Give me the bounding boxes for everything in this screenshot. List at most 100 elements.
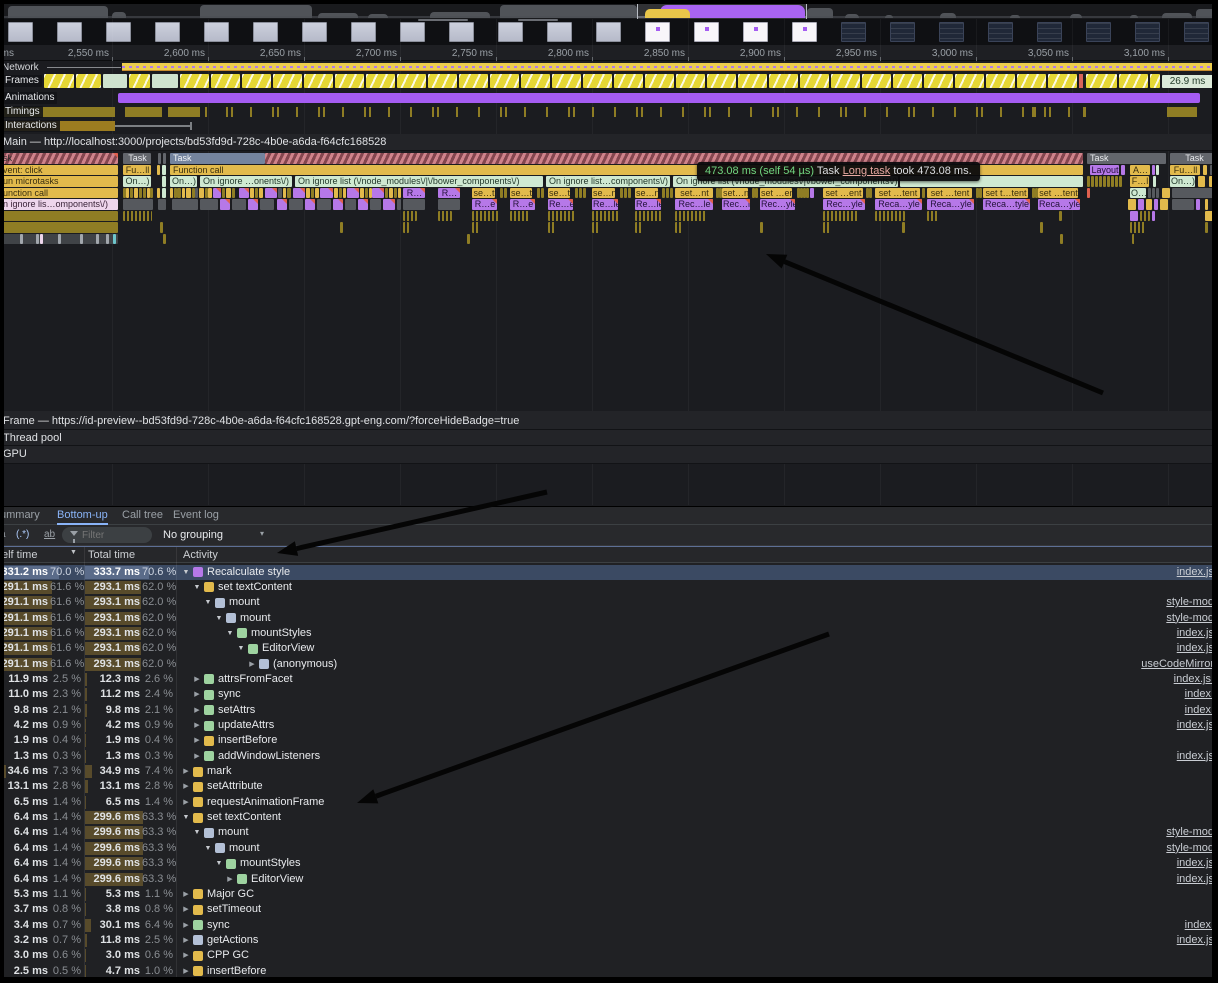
disclosure-triangle[interactable]: ▼ <box>181 810 191 825</box>
flame-set-t-tent[interactable]: set t…tent <box>983 188 1028 199</box>
flame-segment[interactable] <box>1160 199 1168 210</box>
partially-presented-frame[interactable] <box>1048 74 1077 88</box>
source-link[interactable]: index. <box>1185 687 1214 702</box>
flame-segment[interactable] <box>333 199 343 210</box>
flame-segment[interactable] <box>548 222 556 233</box>
source-link[interactable]: style-mod <box>1166 611 1214 626</box>
partially-presented-frame[interactable] <box>521 74 550 88</box>
flame-rec-le[interactable]: Rec…le <box>722 199 750 210</box>
flame-on[interactable]: On…) <box>170 176 197 187</box>
flame-r-e[interactable]: R…e <box>472 199 497 210</box>
disclosure-triangle[interactable]: ▶ <box>181 795 191 810</box>
flame-segment[interactable] <box>260 199 274 210</box>
flame-on-ignore-list-components[interactable]: On ignore list…components\/) <box>546 176 670 187</box>
filmstrip-thumbnail[interactable] <box>547 22 572 42</box>
table-row[interactable]: 291.1 ms61.6 %293.1 ms62.0 %▼EditorViewi… <box>0 641 1218 656</box>
flame-f-l[interactable]: F…l <box>1130 176 1149 187</box>
flame-segment[interactable] <box>1146 199 1152 210</box>
flame-rec-yle[interactable]: Rec…yle <box>823 199 865 210</box>
table-row[interactable]: 6.4 ms1.4 %299.6 ms63.3 %▶EditorViewinde… <box>0 872 1218 887</box>
disclosure-triangle[interactable]: ▶ <box>192 687 202 702</box>
flame-task[interactable]: Task <box>123 153 151 164</box>
flame-segment[interactable] <box>403 199 425 210</box>
flame-segment[interactable] <box>220 199 230 210</box>
flame-segment[interactable] <box>675 222 683 233</box>
source-link[interactable]: index.js <box>1177 872 1214 887</box>
column-total-time[interactable]: Total time <box>88 549 135 561</box>
partially-presented-frame[interactable] <box>1086 74 1117 88</box>
flame-un-microtasks[interactable]: un microtasks <box>0 176 118 187</box>
partially-presented-frame[interactable] <box>676 74 705 88</box>
flame-fu-ll[interactable]: Fu…ll <box>1170 165 1200 176</box>
flame-on-ignore-onents[interactable]: On ignore …onents\/) <box>200 176 292 187</box>
flame-segment[interactable] <box>305 199 315 210</box>
flame-segment[interactable] <box>347 188 359 199</box>
flame-segment[interactable] <box>472 222 480 233</box>
partially-presented-frame[interactable] <box>76 74 101 88</box>
partially-presented-frame[interactable] <box>242 74 271 88</box>
flame-set-ent[interactable]: set …ent <box>760 188 792 199</box>
flame-set-tent[interactable]: set …tent <box>1038 188 1078 199</box>
flame-set-tent[interactable]: set …tent <box>875 188 920 199</box>
table-row[interactable]: 291.1 ms61.6 %293.1 ms62.0 %▼mountStyles… <box>0 626 1218 641</box>
filmstrip-thumbnail[interactable] <box>302 22 327 42</box>
flame-re-e[interactable]: Re…e <box>548 199 573 210</box>
partially-presented-frame[interactable] <box>335 74 364 88</box>
partially-presented-frame[interactable] <box>583 74 612 88</box>
flame-segment[interactable] <box>1140 211 1150 222</box>
flame-segment[interactable] <box>372 188 384 199</box>
table-row[interactable]: 6.4 ms1.4 %299.6 ms63.3 %▼mountstyle-mod <box>0 825 1218 840</box>
partially-presented-frame[interactable] <box>769 74 798 88</box>
flame-segment[interactable] <box>1162 188 1170 199</box>
flame-segment[interactable] <box>472 211 500 222</box>
flame-on[interactable]: On…) <box>123 176 151 187</box>
flame-se-nt[interactable]: se…nt <box>592 188 615 199</box>
flame-segment[interactable] <box>358 199 368 210</box>
overview-drag-handle[interactable] <box>418 19 468 21</box>
table-row[interactable]: 3.7 ms0.8 %3.8 ms0.8 %▶setTimeout <box>0 902 1218 917</box>
flame-task[interactable]: Task <box>170 153 265 164</box>
disclosure-triangle[interactable]: ▶ <box>181 764 191 779</box>
table-row[interactable]: 4.2 ms0.9 %4.2 ms0.9 %▶updateAttrsindex.… <box>0 718 1218 733</box>
table-row[interactable]: 1.9 ms0.4 %1.9 ms0.4 %▶insertBefore <box>0 733 1218 748</box>
regex-icon[interactable]: (.*) <box>16 529 29 540</box>
flame-segment[interactable] <box>438 199 460 210</box>
flame-segment[interactable] <box>289 199 303 210</box>
flame-r[interactable]: R… <box>403 188 425 199</box>
disclosure-triangle[interactable]: ▶ <box>192 733 202 748</box>
flame-se-t[interactable]: se…t <box>510 188 532 199</box>
table-row[interactable]: 331.2 ms70.0 %333.7 ms70.6 %▼Recalculate… <box>0 565 1218 580</box>
flame-segment[interactable] <box>1198 176 1205 187</box>
flame-se-t[interactable]: se…t <box>472 188 495 199</box>
frame-block[interactable] <box>103 74 127 88</box>
flame-re-le[interactable]: Re…le <box>592 199 618 210</box>
flame-segment[interactable] <box>592 211 620 222</box>
flame-segment[interactable] <box>438 211 452 222</box>
filmstrip-thumbnail[interactable] <box>1184 22 1209 42</box>
flame-segment[interactable] <box>370 199 381 210</box>
grouping-select[interactable]: No grouping <box>163 529 223 541</box>
flame-segment[interactable] <box>823 211 859 222</box>
column-divider[interactable] <box>84 547 85 983</box>
flame-segment[interactable] <box>875 211 905 222</box>
flame-segment[interactable] <box>403 211 417 222</box>
disclosure-triangle[interactable]: ▼ <box>225 626 235 641</box>
table-row[interactable]: 13.1 ms2.8 %13.1 ms2.8 %▶setAttribute <box>0 779 1218 794</box>
flame-segment[interactable] <box>1209 176 1216 187</box>
filmstrip-thumbnail[interactable] <box>253 22 278 42</box>
table-row[interactable]: 1.3 ms0.3 %1.3 ms0.3 %▶addWindowListener… <box>0 749 1218 764</box>
table-row[interactable]: 6.4 ms1.4 %299.6 ms63.3 %▼mountStylesind… <box>0 856 1218 871</box>
disclosure-triangle[interactable]: ▶ <box>181 933 191 948</box>
flame-se-nt[interactable]: se…nt <box>635 188 658 199</box>
flame-segment[interactable] <box>383 199 395 210</box>
disclosure-triangle[interactable]: ▶ <box>192 749 202 764</box>
partially-presented-frame[interactable] <box>366 74 395 88</box>
disclosure-triangle[interactable]: ▼ <box>203 841 213 856</box>
disclosure-triangle[interactable]: ▶ <box>192 672 202 687</box>
column-activity[interactable]: Activity <box>183 549 218 561</box>
partially-presented-frame[interactable] <box>1119 74 1148 88</box>
flame-segment[interactable] <box>675 211 707 222</box>
flame-segment[interactable] <box>1128 199 1136 210</box>
partially-presented-frame[interactable] <box>893 74 922 88</box>
main-thread-header[interactable]: Main — http://localhost:3000/projects/bd… <box>0 134 1218 151</box>
